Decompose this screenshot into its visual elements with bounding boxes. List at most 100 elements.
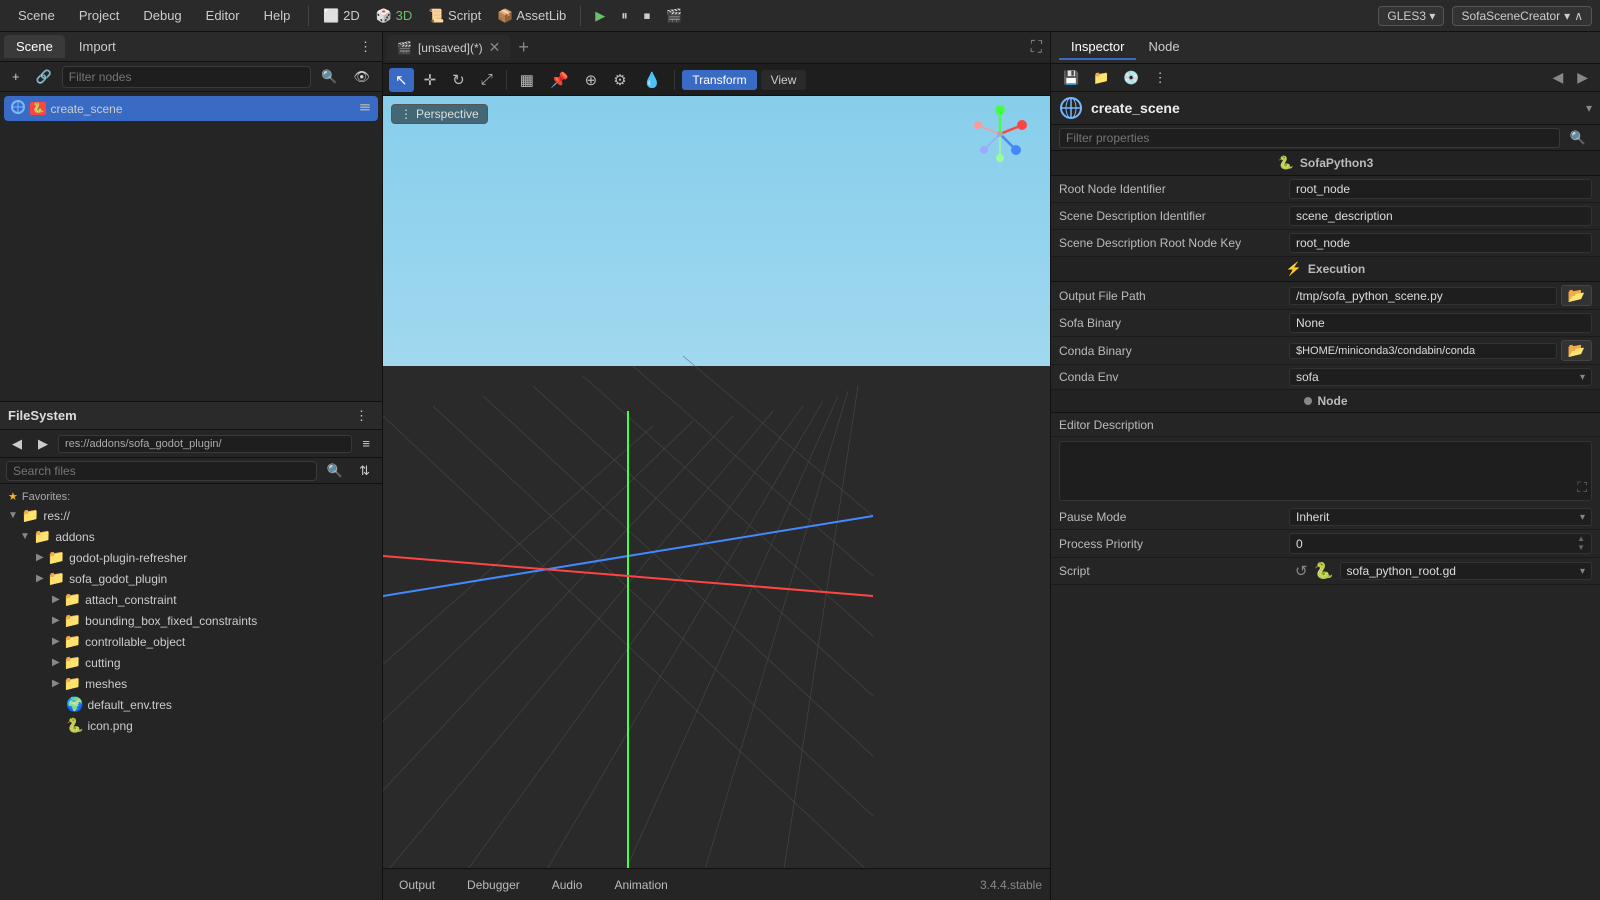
tab-scene[interactable]: Scene <box>4 35 65 58</box>
viewport-canvas[interactable]: ⋮ Perspective <box>383 96 1050 868</box>
prop-dropdown[interactable]: Inherit ▾ <box>1289 508 1592 526</box>
list-item[interactable]: ▶ 📁 sofa_godot_plugin <box>4 568 378 589</box>
pause-button[interactable]: ⏸ <box>615 5 634 27</box>
tab-node[interactable]: Node <box>1136 35 1191 60</box>
tool-local-button[interactable]: ⊕ <box>579 68 604 92</box>
mode-assetlib-button[interactable]: 📦 AssetLib <box>491 5 572 27</box>
mode-2d-button[interactable]: ⬜ 2D <box>317 5 365 27</box>
list-item[interactable]: ▼ 📁 addons <box>4 526 378 547</box>
tab-debugger[interactable]: Debugger <box>459 876 528 894</box>
fs-forward-button[interactable]: ▶ <box>32 433 54 455</box>
menu-project[interactable]: Project <box>69 4 129 27</box>
menu-items: Scene Project Debug Editor Help <box>8 4 300 27</box>
viewport-tab-close[interactable]: ✕ <box>489 39 501 56</box>
menu-debug[interactable]: Debug <box>133 4 191 27</box>
expand-icon[interactable]: ⛶ <box>1577 479 1587 496</box>
viewport-tab-add[interactable]: + <box>512 37 535 58</box>
scene-creator-badge[interactable]: SofaSceneCreator ▾ ∧ <box>1452 6 1592 26</box>
list-item[interactable]: 🐍 icon.png <box>4 715 378 736</box>
perspective-badge[interactable]: ⋮ Perspective <box>391 104 488 124</box>
inspector-forward-button[interactable]: ▶ <box>1571 67 1594 88</box>
viewport-tab-main[interactable]: 🎬 [unsaved](*) ✕ <box>387 35 510 60</box>
prop-value[interactable]: $HOME/miniconda3/condabin/conda <box>1289 343 1557 359</box>
increment-icon[interactable]: ▲ <box>1577 535 1585 543</box>
list-item[interactable]: ▶ 📁 bounding_box_fixed_constraints <box>4 610 378 631</box>
fs-back-button[interactable]: ◀ <box>6 433 28 455</box>
fs-tree: ★ Favorites: ▼ 📁 res:// ▼ 📁 addons ▶ <box>0 484 382 900</box>
tool-select-button[interactable]: ↖ <box>389 68 414 92</box>
tool-move-button[interactable]: ✛ <box>418 68 443 92</box>
decrement-icon[interactable]: ▼ <box>1577 544 1585 552</box>
inspector-back-button[interactable]: ◀ <box>1546 67 1569 88</box>
filter-props-search-button[interactable]: 🔍 <box>1564 127 1592 149</box>
prop-value[interactable]: scene_description <box>1289 206 1592 226</box>
editor-description-area[interactable]: ⛶ <box>1059 441 1592 501</box>
tab-inspector[interactable]: Inspector <box>1059 35 1136 60</box>
search-files-input[interactable] <box>6 461 317 481</box>
tab-output[interactable]: Output <box>391 876 443 894</box>
list-item[interactable]: ▶ 📁 cutting <box>4 652 378 673</box>
prop-value[interactable]: root_node <box>1289 179 1592 199</box>
fs-search-button[interactable]: 🔍 <box>321 460 349 482</box>
view-view-button[interactable]: View <box>761 70 807 90</box>
prop-dropdown[interactable]: sofa_python_root.gd ▾ <box>1340 562 1593 580</box>
scene-more-button[interactable]: ⋮ <box>353 36 378 58</box>
inspector-disk-button[interactable]: 💿 <box>1117 67 1145 89</box>
search-nodes-button[interactable]: 🔍 <box>315 66 343 88</box>
tool-grid-button[interactable]: ▦ <box>514 68 540 92</box>
filter-nodes-input[interactable] <box>62 66 312 88</box>
menu-editor[interactable]: Editor <box>196 4 250 27</box>
script-reload-button[interactable]: ↺ <box>1295 562 1308 580</box>
list-item[interactable]: ▶ 📁 godot-plugin-refresher <box>4 547 378 568</box>
tool-snap-button[interactable]: 📌 <box>544 68 575 92</box>
eye-toggle-button[interactable]: 👁 <box>347 66 376 88</box>
viewport-maximize-button[interactable]: ⛶ <box>1027 35 1046 61</box>
tab-import[interactable]: Import <box>67 35 128 58</box>
tab-audio[interactable]: Audio <box>544 876 591 894</box>
menu-help[interactable]: Help <box>254 4 301 27</box>
tool-settings-button[interactable]: ⚙ <box>607 68 632 92</box>
tab-animation[interactable]: Animation <box>606 876 675 894</box>
movie-button[interactable]: 🎬 <box>660 5 688 27</box>
filter-properties-input[interactable] <box>1059 128 1560 148</box>
inspector-more-button[interactable]: ⋮ <box>1148 67 1173 89</box>
prop-name: Sofa Binary <box>1059 316 1289 330</box>
gizmo-widget[interactable] <box>970 104 1030 164</box>
prop-number[interactable]: 0 ▲ ▼ <box>1289 533 1592 554</box>
filesystem-actions: ⋮ <box>349 405 374 427</box>
stop-button[interactable]: ⏹ <box>638 5 657 27</box>
mode-3d-button[interactable]: 🎲 3D <box>370 5 418 27</box>
viewport-tabs: 🎬 [unsaved](*) ✕ + ⛶ <box>383 32 1050 64</box>
list-item[interactable]: ▼ 📁 res:// <box>4 505 378 526</box>
tool-scale-button[interactable]: ⤢ <box>475 68 499 91</box>
list-item[interactable]: 🌍 default_env.tres <box>4 694 378 715</box>
add-node-button[interactable]: + <box>6 66 26 87</box>
fs-layout-button[interactable]: ≡ <box>356 433 376 454</box>
prop-script-row: Script ↺ 🐍 sofa_python_root.gd ▾ <box>1051 558 1600 585</box>
inspector-node-expand[interactable]: ▾ <box>1586 101 1592 115</box>
link-node-button[interactable]: 🔗 <box>30 66 58 88</box>
prop-value[interactable]: None <box>1289 313 1592 333</box>
inspector-save-button[interactable]: 💾 <box>1057 67 1085 89</box>
list-item[interactable]: ▶ 📁 controllable_object <box>4 631 378 652</box>
file-browse-button[interactable]: 📂 <box>1561 285 1592 306</box>
tool-rotate-button[interactable]: ↻ <box>446 68 471 92</box>
fs-sort-button[interactable]: ⇅ <box>353 460 376 482</box>
prop-name: Root Node Identifier <box>1059 182 1289 196</box>
view-transform-button[interactable]: Transform <box>682 70 756 90</box>
play-button[interactable]: ▶ <box>589 5 611 27</box>
prop-name: Conda Env <box>1059 370 1289 384</box>
prop-value[interactable]: /tmp/sofa_python_scene.py <box>1289 287 1557 305</box>
gles-badge[interactable]: GLES3 ▾ <box>1378 6 1444 26</box>
list-item[interactable]: ▶ 📁 meshes <box>4 673 378 694</box>
mode-script-button[interactable]: 📜 Script <box>422 5 487 27</box>
tool-paint-button[interactable]: 💧 <box>637 68 668 92</box>
menu-scene[interactable]: Scene <box>8 4 65 27</box>
file-browse-button2[interactable]: 📂 <box>1561 340 1592 361</box>
prop-dropdown[interactable]: sofa ▾ <box>1289 368 1592 386</box>
prop-value[interactable]: root_node <box>1289 233 1592 253</box>
inspector-folder-button[interactable]: 📁 <box>1087 67 1115 89</box>
list-item[interactable]: ▶ 📁 attach_constraint <box>4 589 378 610</box>
scene-node-root[interactable]: 🐍 create_scene <box>4 96 378 121</box>
filesystem-more-button[interactable]: ⋮ <box>349 405 374 427</box>
